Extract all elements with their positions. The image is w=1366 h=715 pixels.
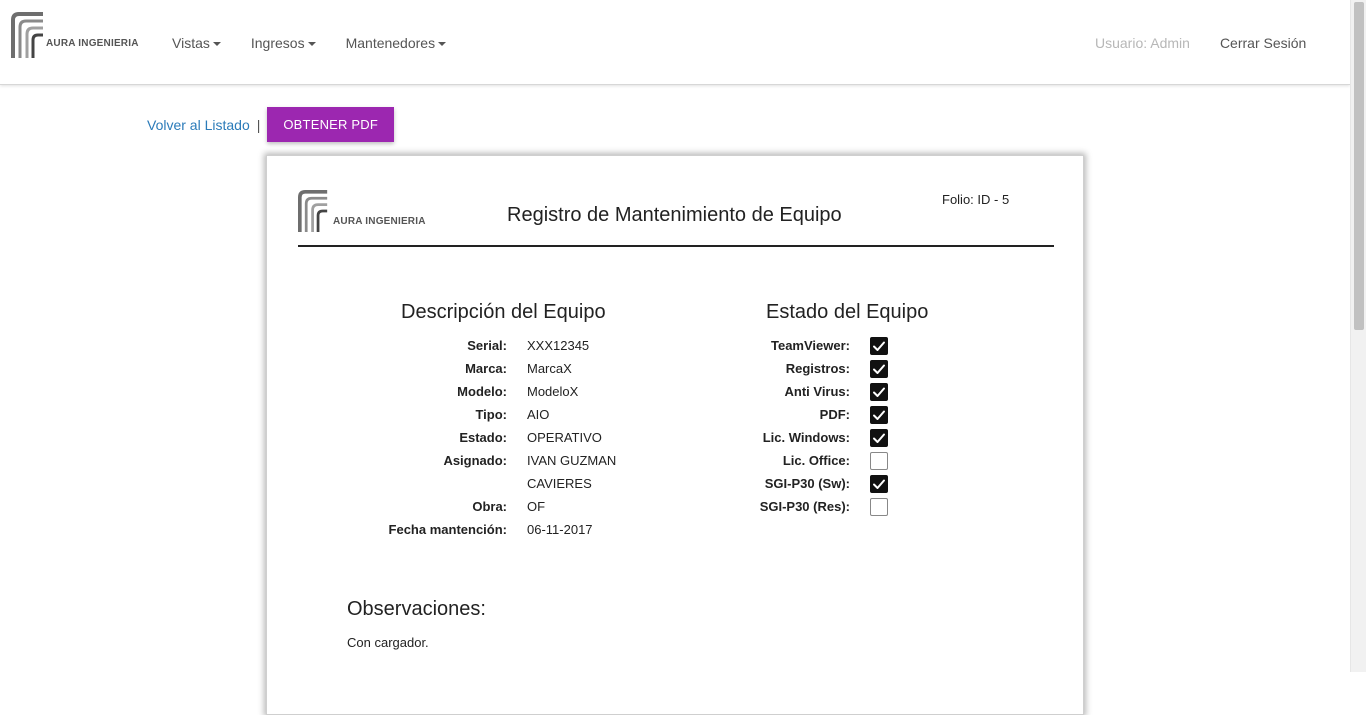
description-row: Asignado: IVAN GUZMAN bbox=[387, 449, 616, 472]
nav-mantenedores-dropdown[interactable]: Mantenedores bbox=[346, 35, 447, 51]
status-checkbox-checked[interactable] bbox=[870, 359, 888, 378]
brand-name: AURA INGENIERIA bbox=[46, 38, 139, 49]
status-row: Registros: bbox=[747, 357, 888, 380]
get-pdf-button[interactable]: OBTENER PDF bbox=[267, 107, 395, 142]
status-row: PDF: bbox=[747, 403, 888, 426]
brand-logo[interactable]: AURA INGENIERIA bbox=[11, 10, 139, 58]
document-title: Registro de Mantenimiento de Equipo bbox=[507, 204, 842, 226]
back-to-list-link[interactable]: Volver al Listado bbox=[147, 117, 250, 133]
status-row: Lic. Office: bbox=[747, 449, 888, 472]
description-value: OPERATIVO bbox=[527, 430, 602, 445]
user-label: Usuario: Admin bbox=[1095, 35, 1190, 51]
description-value: CAVIERES bbox=[527, 476, 592, 491]
header-divider bbox=[298, 245, 1054, 247]
description-row: Serial: XXX12345 bbox=[387, 334, 616, 357]
nav-mantenedores-label: Mantenedores bbox=[345, 35, 436, 51]
description-label: Obra: bbox=[472, 499, 507, 514]
logout-link[interactable]: Cerrar Sesión bbox=[1220, 35, 1306, 51]
description-label: Tipo: bbox=[475, 407, 507, 422]
document-logo: AURA INGENIERIA bbox=[298, 189, 426, 235]
vertical-scrollbar[interactable] bbox=[1350, 0, 1366, 672]
status-row: Anti Virus: bbox=[747, 380, 888, 403]
description-row: Estado: OPERATIVO bbox=[387, 426, 616, 449]
status-label: Lic. Office: bbox=[782, 453, 850, 468]
document-brand-name: AURA INGENIERIA bbox=[333, 216, 426, 227]
maintenance-record-document: AURA INGENIERIA Registro de Mantenimient… bbox=[266, 155, 1084, 715]
equipment-status-title: Estado del Equipo bbox=[766, 301, 929, 323]
description-value: MarcaX bbox=[527, 361, 572, 376]
equipment-description-title: Descripción del Equipo bbox=[401, 301, 606, 323]
action-bar: Volver al Listado | OBTENER PDF bbox=[147, 107, 395, 142]
status-label: Lic. Windows: bbox=[762, 430, 850, 445]
status-checkbox-checked[interactable] bbox=[870, 382, 888, 401]
status-checkbox-checked[interactable] bbox=[870, 405, 888, 424]
caret-down-icon bbox=[438, 42, 447, 46]
status-label: SGI-P30 (Sw): bbox=[764, 476, 850, 491]
scrollbar-thumb[interactable] bbox=[1354, 2, 1364, 330]
checkmark-icon bbox=[873, 410, 885, 420]
nav-vistas-dropdown[interactable]: Vistas bbox=[172, 35, 221, 51]
description-label: Asignado: bbox=[443, 453, 507, 468]
description-value: OF bbox=[527, 499, 546, 514]
description-row: Tipo: AIO bbox=[387, 403, 616, 426]
description-label: Fecha mantención: bbox=[388, 522, 507, 537]
status-row: TeamViewer: bbox=[747, 334, 888, 357]
description-label: Serial: bbox=[467, 338, 507, 353]
description-value: AIO bbox=[527, 407, 550, 422]
observations-text: Con cargador. bbox=[347, 635, 429, 650]
status-row: SGI-P30 (Sw): bbox=[747, 472, 888, 495]
status-row: Lic. Windows: bbox=[747, 426, 888, 449]
description-value: XXX12345 bbox=[527, 338, 590, 353]
description-label: Marca: bbox=[465, 361, 507, 376]
checkmark-icon bbox=[873, 387, 885, 397]
equipment-description-table: Serial: XXX12345 Marca: MarcaX Modelo: Modelo… bbox=[387, 334, 617, 541]
top-navbar: AURA INGENIERIA Vistas Ingresos Mantened… bbox=[0, 0, 1350, 85]
description-row: CAVIERES bbox=[387, 472, 616, 495]
checkmark-icon bbox=[873, 479, 885, 489]
aura-logo-icon bbox=[298, 189, 332, 235]
description-label: Estado: bbox=[459, 430, 507, 445]
status-label: PDF: bbox=[819, 407, 850, 422]
status-row: SGI-P30 (Res): bbox=[747, 495, 888, 518]
caret-down-icon bbox=[307, 42, 316, 46]
status-checkbox-unchecked[interactable] bbox=[870, 451, 888, 470]
status-checkbox-checked[interactable] bbox=[870, 336, 888, 355]
status-label: Registros: bbox=[785, 361, 850, 376]
observations-title: Observaciones: bbox=[347, 598, 486, 620]
description-row: Obra: OF bbox=[387, 495, 616, 518]
status-checkbox-checked[interactable] bbox=[870, 428, 888, 447]
main-nav: Vistas Ingresos Mantenedores bbox=[172, 35, 476, 51]
description-value: IVAN GUZMAN bbox=[527, 453, 617, 468]
status-label: Anti Virus: bbox=[784, 384, 851, 399]
checkmark-icon bbox=[873, 341, 885, 351]
status-checkbox-unchecked[interactable] bbox=[870, 497, 888, 516]
checkmark-icon bbox=[873, 364, 885, 374]
nav-ingresos-label: Ingresos bbox=[250, 35, 305, 51]
description-label: Modelo: bbox=[457, 384, 507, 399]
description-value: 06-11-2017 bbox=[527, 522, 593, 537]
separator: | bbox=[256, 116, 261, 133]
description-row: Marca: MarcaX bbox=[387, 357, 616, 380]
description-value: ModeloX bbox=[527, 384, 579, 399]
description-row: Fecha mantención: 06-11-2017 bbox=[387, 518, 616, 541]
status-label: SGI-P30 (Res): bbox=[759, 499, 850, 514]
aura-logo-icon bbox=[11, 12, 45, 58]
status-checkbox-checked[interactable] bbox=[870, 474, 888, 493]
status-label: TeamViewer: bbox=[770, 338, 850, 353]
nav-ingresos-dropdown[interactable]: Ingresos bbox=[251, 35, 316, 51]
caret-down-icon bbox=[212, 42, 221, 46]
folio-id: Folio: ID - 5 bbox=[942, 192, 1010, 207]
equipment-status-table: TeamViewer: Registros: Anti Virus: PDF: Lic.… bbox=[747, 334, 888, 518]
checkmark-icon bbox=[873, 433, 885, 443]
nav-vistas-label: Vistas bbox=[172, 35, 210, 51]
description-row: Modelo: ModeloX bbox=[387, 380, 616, 403]
nav-user-area: Usuario: Admin Cerrar Sesión bbox=[1095, 35, 1306, 51]
